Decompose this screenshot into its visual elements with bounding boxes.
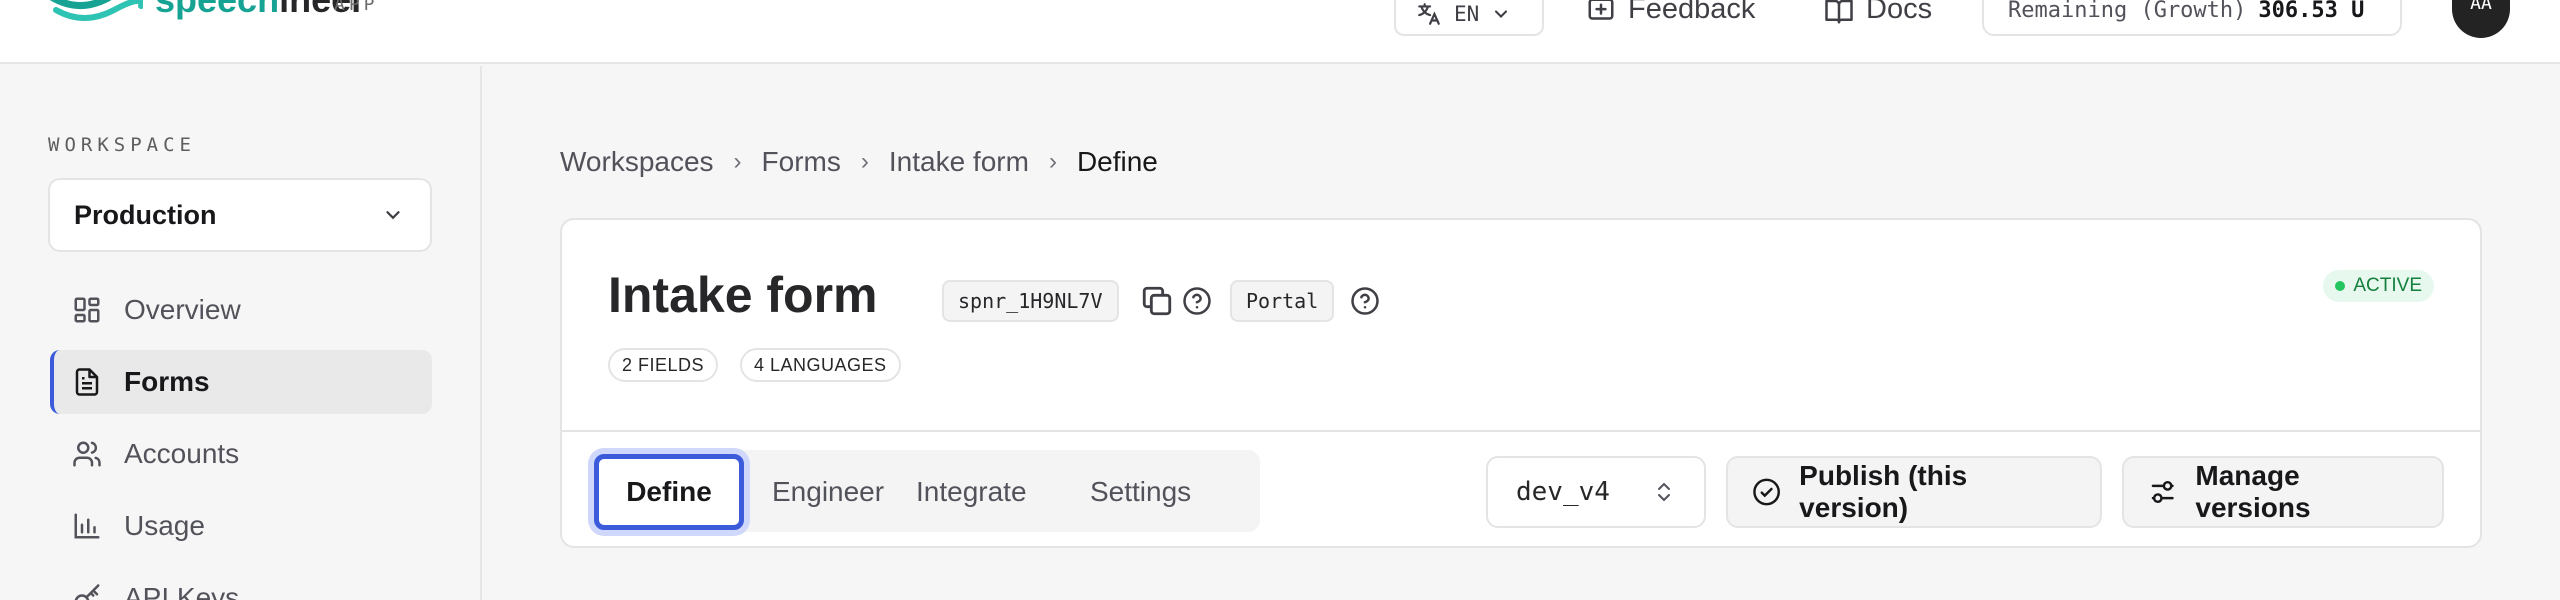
sidebar-item-label: Accounts — [124, 438, 240, 469]
breadcrumb-current: Define — [1076, 146, 1158, 177]
document-icon — [75, 368, 99, 396]
manage-versions-button[interactable]: Manage versions — [2122, 456, 2444, 528]
user-avatar[interactable]: AA — [2452, 0, 2510, 38]
copy-icon[interactable] — [1140, 284, 1174, 318]
feedback-link[interactable]: Feedback — [1586, 0, 1755, 26]
chevron-right-icon: › — [733, 148, 742, 175]
tab-settings[interactable]: Settings — [1090, 464, 1191, 520]
portal-pill[interactable]: Portal — [1230, 280, 1335, 322]
key-icon — [74, 584, 100, 600]
sidebar-item-forms[interactable]: Forms — [50, 350, 432, 414]
avatar-initials: AA — [2470, 0, 2492, 14]
translate-icon — [1418, 3, 1440, 25]
publish-button[interactable]: Publish (this version) — [1726, 456, 2102, 528]
page-title: Intake form — [608, 267, 878, 323]
sidebar-item-label: API Keys — [124, 582, 240, 600]
docs-link[interactable]: Docs — [1824, 0, 1932, 26]
sliders-icon — [2151, 480, 2174, 504]
status-dot-icon — [2335, 281, 2346, 291]
language-label: EN — [1454, 2, 1480, 26]
tab-engineer[interactable]: Engineer — [772, 464, 884, 520]
form-tabs: Define Engineer Integrate Settings — [590, 450, 1260, 532]
remaining-amount: 306.53 U — [2258, 0, 2365, 23]
form-card-header: Intake form spnr_1H9NL7V Portal 2 FIELDS… — [562, 220, 2480, 432]
sidebar-item-label: Overview — [124, 294, 241, 325]
chevron-up-down-icon — [1658, 482, 1670, 502]
tab-integrate[interactable]: Integrate — [916, 464, 1027, 520]
top-bar: speechineer APP EN Feedback Docs Remaini… — [0, 0, 2560, 64]
feedback-label: Feedback — [1628, 0, 1756, 25]
book-icon — [1825, 0, 1853, 24]
languages-count-badge: 4 LANGUAGES — [740, 348, 901, 382]
bar-chart-icon — [74, 513, 100, 539]
language-selector[interactable]: EN — [1394, 0, 1544, 36]
tab-define[interactable]: Define — [594, 454, 744, 530]
fields-count-badge: 2 FIELDS — [608, 348, 719, 382]
breadcrumb-workspaces[interactable]: Workspaces — [560, 146, 714, 178]
breadcrumb: Workspaces › Forms › Intake form › Defin… — [560, 146, 1158, 178]
publish-label: Publish (this version) — [1799, 460, 1968, 523]
sidebar-item-accounts[interactable]: Accounts — [50, 422, 432, 486]
brand-waves-icon — [49, 0, 143, 21]
chevron-right-icon: › — [860, 148, 869, 175]
breadcrumb-form[interactable]: Intake form — [889, 146, 1029, 178]
version-selector[interactable]: dev_v4 — [1486, 456, 1706, 528]
version-value: dev_v4 — [1516, 477, 1610, 507]
dashboard-icon — [74, 297, 100, 323]
brand-tag: APP — [334, 0, 379, 15]
manage-label: Manage versions — [2195, 460, 2311, 523]
sidebar-item-usage[interactable]: Usage — [50, 494, 432, 558]
check-circle-icon — [1753, 478, 1780, 506]
docs-label: Docs — [1866, 0, 1933, 25]
chevron-down-icon — [386, 211, 400, 220]
logo[interactable]: speechineer — [48, 0, 365, 24]
form-card: Intake form spnr_1H9NL7V Portal 2 FIELDS… — [560, 218, 2482, 548]
sidebar-item-label: Usage — [124, 510, 205, 541]
feedback-icon — [1588, 0, 1614, 20]
help-icon[interactable] — [1182, 286, 1212, 316]
remaining-label: Remaining (Growth) — [2008, 0, 2247, 23]
workspace-value: Production — [74, 199, 217, 230]
breadcrumb-forms[interactable]: Forms — [762, 146, 841, 178]
workspace-selector[interactable]: Production — [48, 178, 432, 252]
chevron-down-icon — [1495, 10, 1508, 18]
workspace-label: WORKSPACE — [48, 134, 196, 156]
sidebar-item-label: Forms — [124, 366, 210, 397]
chevron-right-icon: › — [1048, 148, 1057, 175]
status-label: ACTIVE — [2353, 275, 2422, 296]
sidebar-item-api-keys[interactable]: API Keys — [50, 566, 432, 600]
users-icon — [73, 441, 101, 467]
remaining-balance[interactable]: Remaining (Growth) 306.53 U — [1982, 0, 2402, 36]
sidebar: WORKSPACE Production Overview Forms Acco… — [0, 66, 482, 600]
status-badge: ACTIVE — [2323, 270, 2434, 302]
sidebar-item-overview[interactable]: Overview — [50, 278, 432, 342]
help-icon[interactable] — [1350, 286, 1380, 316]
form-id-pill: spnr_1H9NL7V — [942, 280, 1119, 322]
